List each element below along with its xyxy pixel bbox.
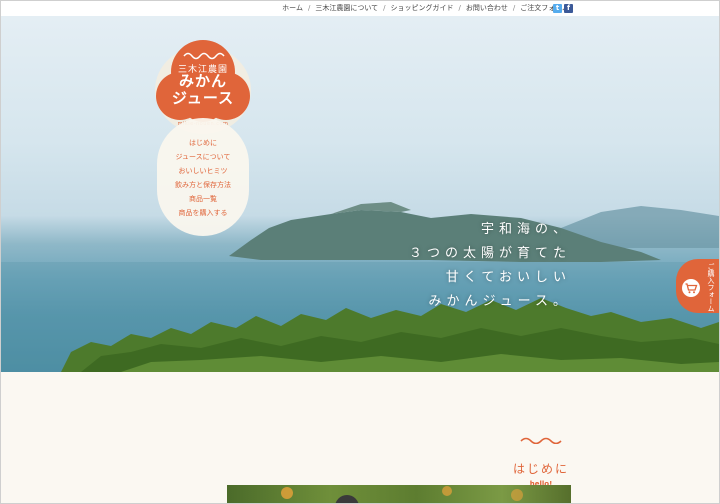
intro-photo: [227, 485, 571, 503]
hero-catchcopy: 宇和海の、 ３つの太陽が育てた 甘くておいしい みかんジュース。: [409, 218, 571, 314]
menu-item-buy[interactable]: 商品を購入する: [157, 206, 249, 220]
page-frame: ホーム / 三木江農園について / ショッピングガイド / お問い合わせ / ご…: [0, 0, 720, 504]
nav-link-contact[interactable]: お問い合わせ: [466, 3, 508, 13]
menu-item-intro[interactable]: はじめに: [157, 136, 249, 150]
hero-line-3: 甘くておいしい: [445, 270, 571, 285]
logo-product-line1: みかん: [178, 72, 227, 90]
top-nav: ホーム / 三木江農園について / ショッピングガイド / お問い合わせ / ご…: [1, 1, 719, 16]
logo-product-line2: ジュース: [171, 89, 235, 107]
social-links: t f: [553, 4, 573, 13]
nav-separator: /: [383, 4, 386, 12]
hero-line-1: 宇和海の、: [480, 222, 571, 237]
twitter-icon[interactable]: t: [553, 4, 562, 13]
nav-link-shopping-guide[interactable]: ショッピングガイド: [390, 3, 453, 13]
nav-link-about[interactable]: 三木江農園について: [315, 3, 378, 13]
cart-icon: [682, 279, 700, 297]
hero-image: 三木江農園 みかん ジュース mikie-nouen.com はじめに ジュース…: [1, 16, 719, 372]
nav-link-home[interactable]: ホーム: [282, 3, 303, 13]
nav-separator: /: [307, 4, 311, 12]
facebook-icon[interactable]: f: [564, 4, 573, 13]
nav-separator: /: [512, 4, 516, 12]
hero-line-2: ３つの太陽が育てた: [408, 246, 571, 261]
top-nav-links: ホーム / 三木江農園について / ショッピングガイド / お問い合わせ / ご…: [282, 3, 569, 13]
side-menu: はじめに ジュースについて おいしいヒミツ 飲み方と保存方法 商品一覧 商品を購…: [157, 118, 249, 236]
menu-item-products[interactable]: 商品一覧: [157, 192, 249, 206]
menu-item-how-to-drink[interactable]: 飲み方と保存方法: [157, 178, 249, 192]
logo-product-name: みかん ジュース: [154, 73, 252, 107]
order-form-tab[interactable]: ご購入フォーム: [676, 259, 719, 313]
hero-landscape: [1, 202, 719, 372]
hello-title: はじめに: [512, 462, 569, 476]
hero-line-4: みかんジュース。: [428, 294, 571, 309]
menu-item-secret[interactable]: おいしいヒミツ: [157, 164, 249, 178]
hello-heading: はじめに hello!: [501, 429, 581, 488]
wave-icon: [520, 437, 562, 445]
nav-separator: /: [458, 4, 461, 12]
menu-item-about-juice[interactable]: ジュースについて: [157, 150, 249, 164]
order-form-label: ご購入フォーム: [707, 263, 715, 312]
